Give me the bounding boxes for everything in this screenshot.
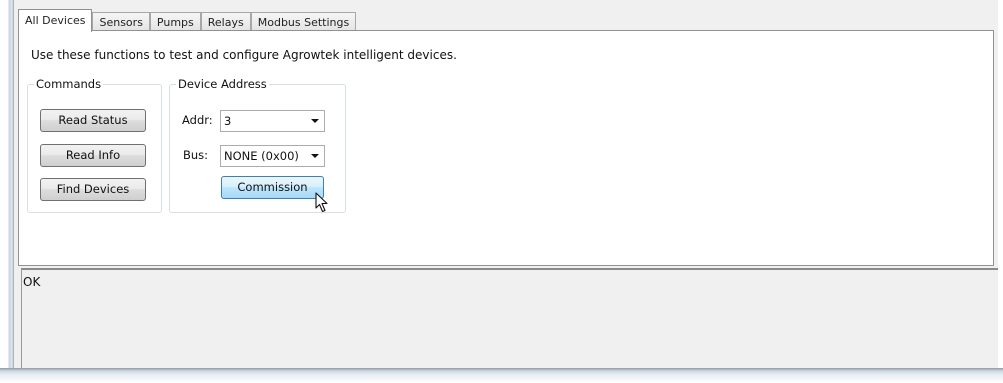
tab-modbus-settings[interactable]: Modbus Settings: [250, 12, 357, 31]
bus-select[interactable]: NONE (0x00): [220, 145, 325, 167]
commands-group: Commands Read Status Read Info Find Devi…: [27, 77, 162, 213]
read-info-button[interactable]: Read Info: [40, 144, 146, 167]
addr-select-value: 3: [224, 114, 232, 128]
bus-select-value: NONE (0x00): [224, 149, 299, 163]
tab-all-devices[interactable]: All Devices: [18, 9, 93, 32]
tab-strip: All Devices Sensors Pumps Relays Modbus …: [18, 9, 357, 32]
read-status-button[interactable]: Read Status: [40, 109, 146, 132]
commands-group-title: Commands: [34, 77, 104, 91]
tab-sensors[interactable]: Sensors: [92, 12, 150, 31]
device-address-group-title: Device Address: [176, 77, 269, 91]
window-left-border: [0, 0, 14, 383]
status-text: OK: [23, 275, 41, 289]
status-output-box[interactable]: OK: [21, 268, 998, 368]
tab-pumps[interactable]: Pumps: [149, 12, 201, 31]
window-bottom-border: [0, 368, 1003, 383]
window-client-area: All Devices Sensors Pumps Relays Modbus …: [14, 0, 998, 368]
tab-relays[interactable]: Relays: [200, 12, 251, 31]
panel-description: Use these functions to test and configur…: [31, 48, 457, 62]
all-devices-panel: Use these functions to test and configur…: [18, 30, 994, 266]
window-right-border: [998, 0, 1003, 383]
mouse-pointer-icon: [315, 192, 328, 213]
addr-label: Addr:: [182, 113, 213, 127]
addr-select[interactable]: 3: [220, 110, 325, 132]
bus-label: Bus:: [183, 148, 209, 162]
application-window: All Devices Sensors Pumps Relays Modbus …: [0, 0, 1003, 383]
chevron-down-icon[interactable]: [311, 154, 319, 158]
commission-button[interactable]: Commission: [221, 176, 324, 199]
chevron-down-icon[interactable]: [311, 119, 319, 123]
find-devices-button[interactable]: Find Devices: [40, 178, 146, 201]
